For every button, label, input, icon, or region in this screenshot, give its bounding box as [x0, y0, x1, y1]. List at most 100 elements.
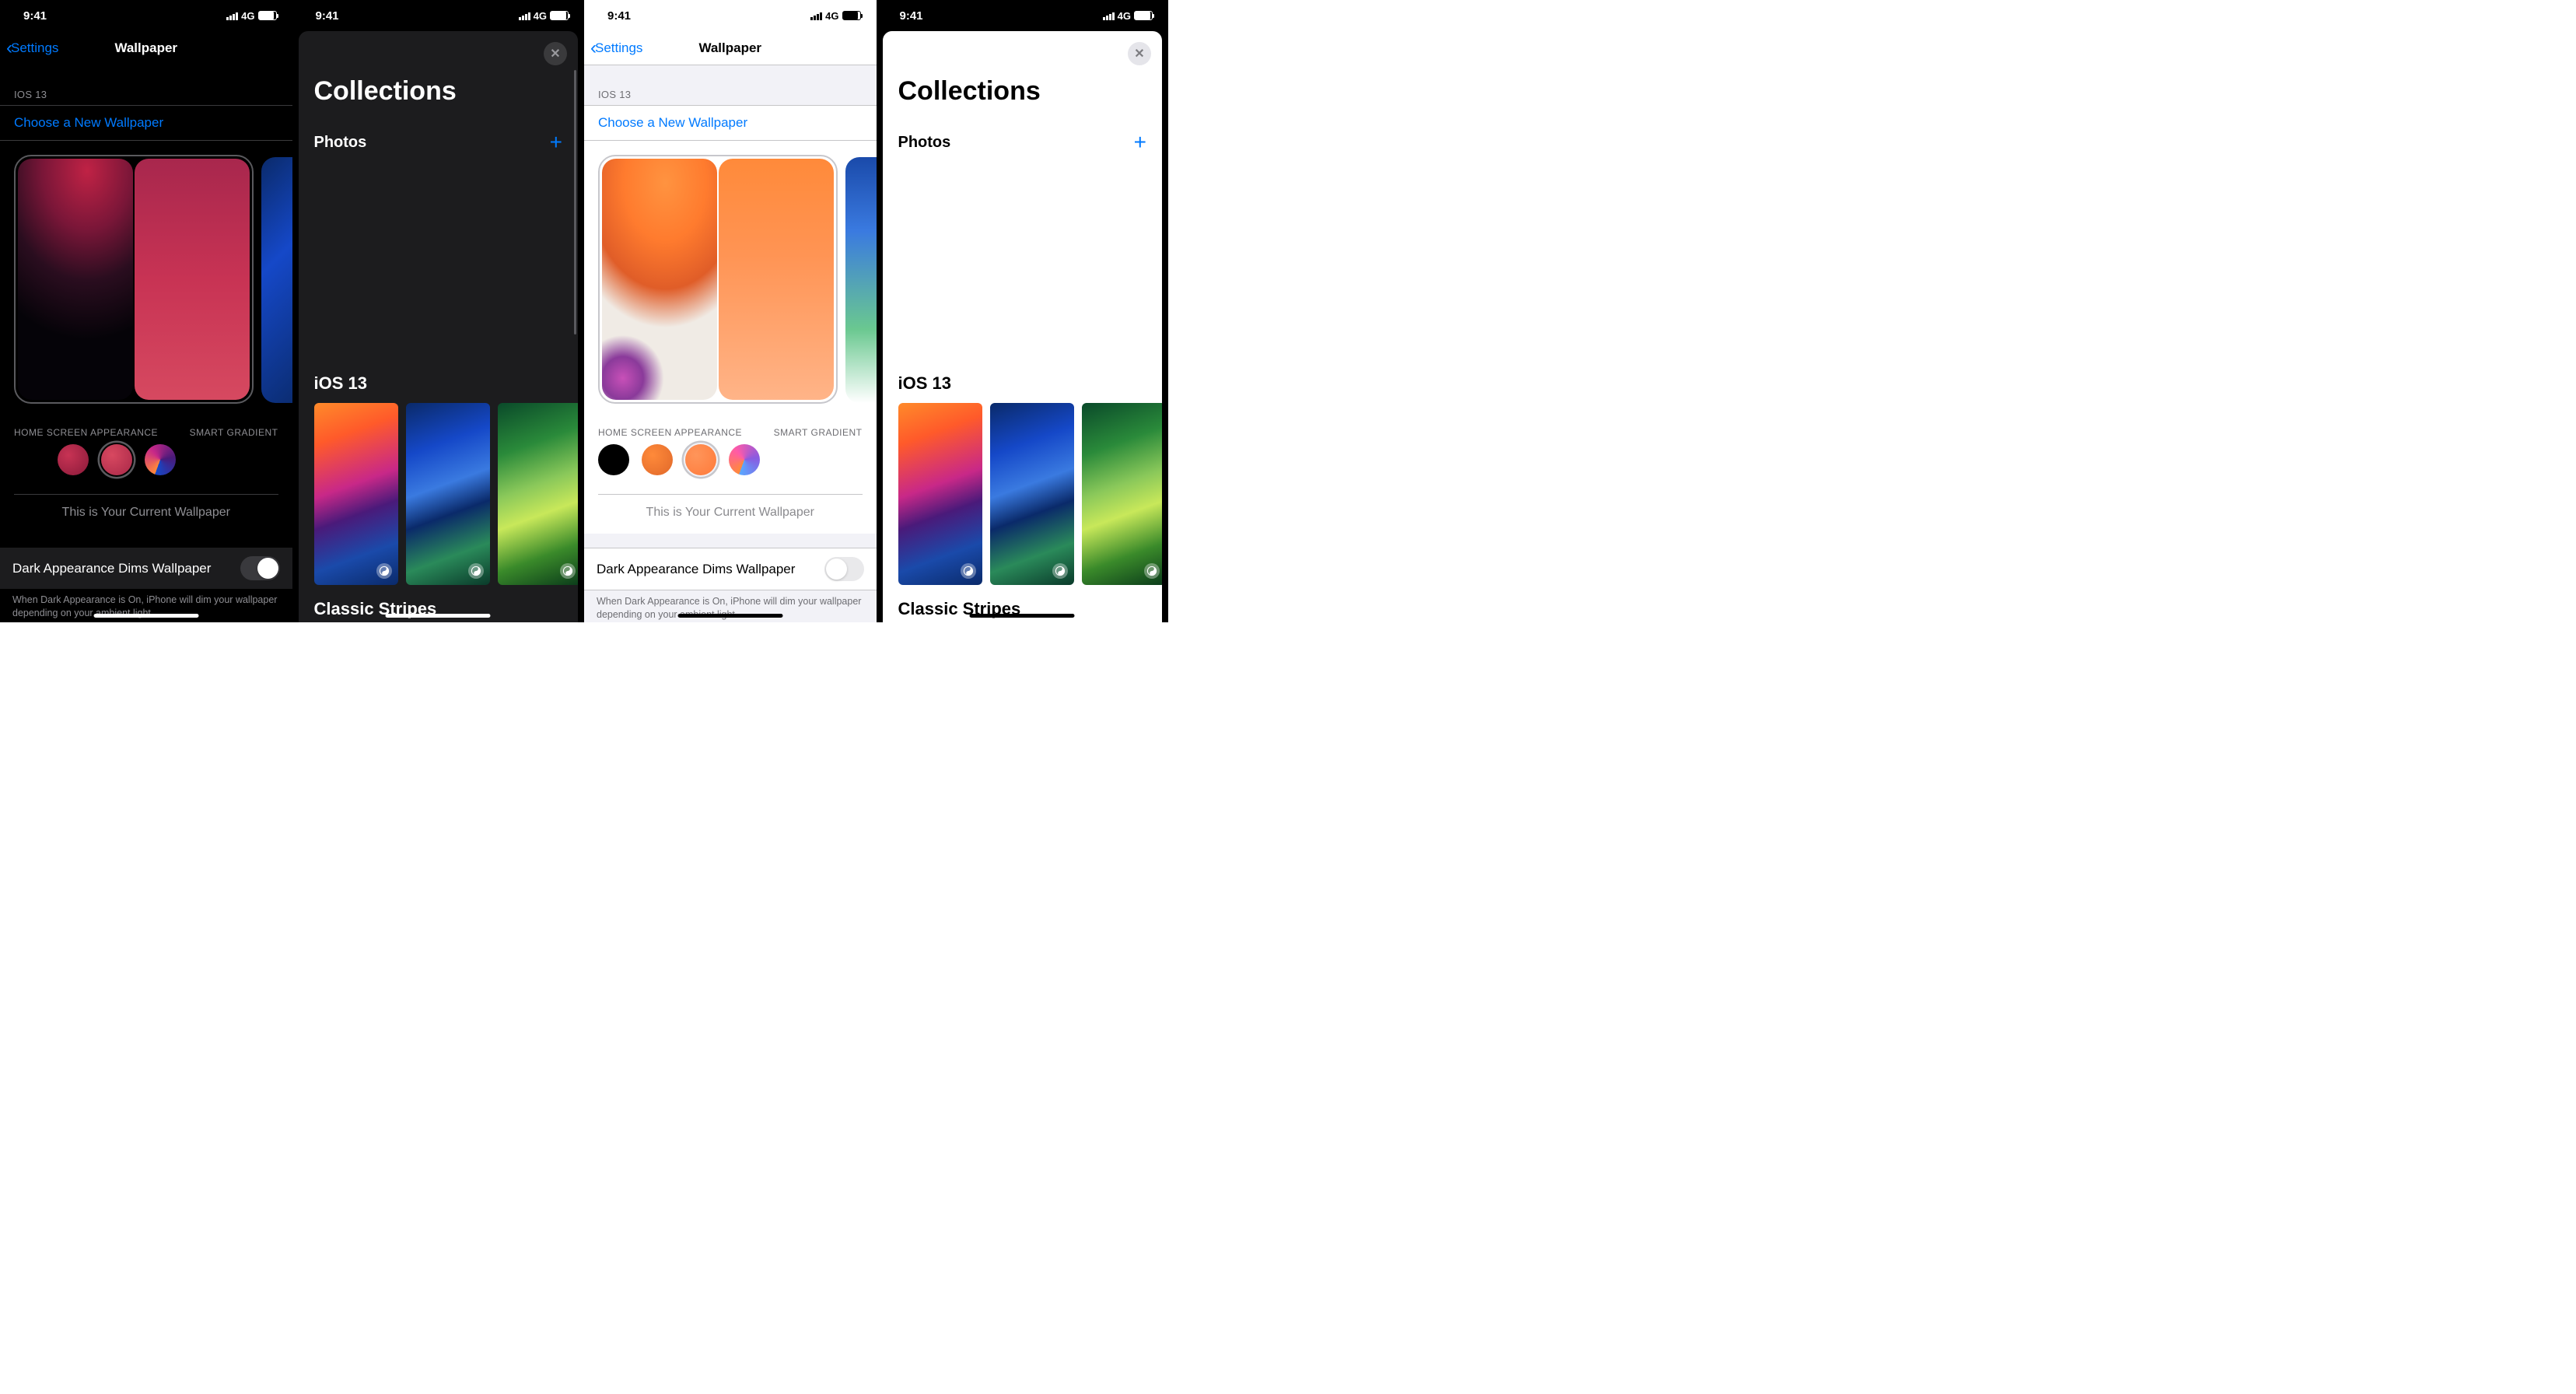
ios13-heading: iOS 13	[883, 373, 1163, 403]
photos-label: Photos	[314, 134, 367, 152]
home-screen-preview	[719, 159, 834, 400]
choose-wallpaper-link[interactable]: Choose a New Wallpaper	[584, 105, 877, 141]
classic-heading: Classic Stripes	[883, 599, 1163, 622]
collections-modal-light: 9:41 4G ✕ Collections Photos + iOS 13 Cl…	[877, 0, 1169, 622]
wallpaper-settings-dark: 9:41 4G ‹ Settings Wallpaper IOS 13 Choo…	[0, 0, 292, 622]
back-button[interactable]: ‹ Settings	[6, 37, 58, 59]
swatch-black[interactable]	[598, 444, 629, 475]
dims-toggle[interactable]	[824, 557, 864, 581]
status-bar: 9:41 4G	[0, 0, 292, 31]
close-button[interactable]: ✕	[544, 42, 567, 65]
status-bar: 9:41 4G	[877, 0, 1169, 31]
collections-list: iOS 13 Classic Stripes	[883, 373, 1163, 622]
home-indicator[interactable]	[386, 614, 491, 618]
collections-title: Collections	[883, 31, 1163, 121]
wallpaper-thumb[interactable]	[1082, 403, 1163, 585]
status-indicators: 4G	[810, 10, 860, 22]
status-bar: 9:41 4G	[292, 0, 585, 31]
photos-row[interactable]: Photos +	[883, 121, 1163, 164]
back-button[interactable]: ‹ Settings	[590, 37, 642, 59]
next-wallpaper-peek[interactable]	[261, 157, 292, 403]
back-label: Settings	[11, 40, 58, 56]
modal-sheet: ✕ Collections Photos + iOS 13 Classic St…	[883, 31, 1163, 622]
dynamic-badge-icon	[1052, 563, 1068, 579]
close-button[interactable]: ✕	[1128, 42, 1151, 65]
photos-row[interactable]: Photos +	[299, 121, 579, 164]
choose-wallpaper-link[interactable]: Choose a New Wallpaper	[0, 105, 292, 141]
smart-gradient-label: SMART GRADIENT	[190, 427, 278, 438]
swatch-smart-gradient[interactable]	[729, 444, 760, 475]
ios13-heading: iOS 13	[299, 373, 579, 403]
status-time: 9:41	[316, 9, 339, 23]
home-indicator[interactable]	[677, 614, 782, 618]
status-indicators: 4G	[519, 10, 569, 22]
swatch-smart-gradient[interactable]	[145, 444, 176, 475]
wallpaper-settings-light: 9:41 4G ‹ Settings Wallpaper IOS 13 Choo…	[584, 0, 877, 622]
network-label: 4G	[1118, 10, 1131, 22]
swatch-color-1[interactable]	[58, 444, 89, 475]
ios13-section-header: IOS 13	[0, 65, 292, 105]
scroll-indicator[interactable]	[574, 70, 576, 334]
modal-sheet: ✕ Collections Photos + iOS 13 Classic St…	[299, 31, 579, 622]
signal-icon	[1103, 12, 1115, 20]
photos-label: Photos	[898, 134, 951, 152]
wallpaper-preview-row	[0, 141, 292, 412]
current-wallpaper-caption: This is Your Current Wallpaper	[598, 494, 863, 534]
network-label: 4G	[534, 10, 547, 22]
swatch-color-2[interactable]	[685, 444, 716, 475]
battery-icon	[550, 11, 569, 20]
ios13-section-header: IOS 13	[584, 65, 877, 105]
dims-wallpaper-cell: Dark Appearance Dims Wallpaper	[0, 548, 292, 589]
home-indicator[interactable]	[970, 614, 1075, 618]
back-label: Settings	[595, 40, 642, 56]
signal-icon	[519, 12, 530, 20]
plus-icon: +	[1134, 130, 1146, 155]
nav-bar: ‹ Settings Wallpaper	[584, 31, 877, 65]
next-wallpaper-peek[interactable]	[845, 157, 877, 403]
appearance-header-row: HOME SCREEN APPEARANCE SMART GRADIENT	[584, 412, 877, 444]
dynamic-badge-icon	[961, 563, 976, 579]
battery-icon	[258, 11, 277, 20]
current-wallpaper-caption: This is Your Current Wallpaper	[14, 494, 278, 534]
dynamic-badge-icon	[376, 563, 392, 579]
current-wallpaper-preview[interactable]	[14, 155, 254, 404]
collections-title: Collections	[299, 31, 579, 121]
wallpaper-thumb[interactable]	[990, 403, 1074, 585]
appearance-swatches	[584, 444, 877, 494]
lock-screen-preview	[18, 159, 133, 400]
plus-icon: +	[550, 130, 562, 155]
appearance-label: HOME SCREEN APPEARANCE	[598, 427, 742, 438]
current-wallpaper-preview[interactable]	[598, 155, 838, 404]
home-screen-preview	[135, 159, 250, 400]
status-time: 9:41	[900, 9, 923, 23]
collections-list: iOS 13 Classic Stripes	[299, 373, 579, 622]
home-indicator[interactable]	[93, 614, 198, 618]
wallpaper-thumb[interactable]	[314, 403, 398, 585]
network-label: 4G	[825, 10, 838, 22]
dims-label: Dark Appearance Dims Wallpaper	[597, 562, 795, 577]
swatch-black[interactable]	[14, 444, 45, 475]
nav-bar: ‹ Settings Wallpaper	[0, 31, 292, 65]
swatch-color-1[interactable]	[642, 444, 673, 475]
dims-label: Dark Appearance Dims Wallpaper	[12, 561, 211, 576]
ios13-thumbnails	[883, 403, 1163, 599]
signal-icon	[226, 12, 238, 20]
wallpaper-thumb[interactable]	[498, 403, 579, 585]
dynamic-badge-icon	[468, 563, 484, 579]
wallpaper-thumb[interactable]	[898, 403, 982, 585]
status-bar: 9:41 4G	[584, 0, 877, 31]
smart-gradient-label: SMART GRADIENT	[774, 427, 863, 438]
signal-icon	[810, 12, 822, 20]
appearance-swatches	[0, 444, 292, 494]
dims-toggle[interactable]	[240, 556, 280, 580]
status-time: 9:41	[607, 9, 631, 23]
status-time: 9:41	[23, 9, 47, 23]
swatch-color-2[interactable]	[101, 444, 132, 475]
status-indicators: 4G	[226, 10, 276, 22]
wallpaper-thumb[interactable]	[406, 403, 490, 585]
collections-modal-dark: 9:41 4G ✕ Collections Photos + iOS 13 Cl…	[292, 0, 585, 622]
battery-icon	[1134, 11, 1153, 20]
appearance-label: HOME SCREEN APPEARANCE	[14, 427, 158, 438]
dims-wallpaper-cell: Dark Appearance Dims Wallpaper	[584, 548, 877, 590]
status-indicators: 4G	[1103, 10, 1153, 22]
